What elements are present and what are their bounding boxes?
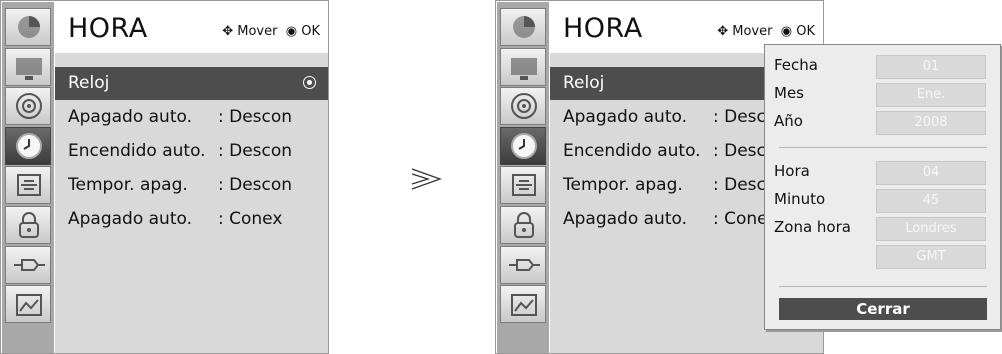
menu-item-value: : Descon	[218, 175, 293, 195]
popup-row-label: Año	[774, 112, 803, 130]
menu-item-label: Apagado auto.	[563, 107, 688, 127]
navigation-hint: ✥ Mover ◉ OK	[717, 24, 815, 39]
hint-mover: Mover	[237, 24, 278, 39]
sidebar-usb-icon[interactable]	[5, 285, 51, 324]
hint-ok: OK	[301, 24, 320, 39]
move-arrows-icon: ✥	[717, 24, 729, 39]
popup-value-field[interactable]: 45	[876, 189, 986, 213]
sidebar-audio-icon[interactable]	[5, 87, 51, 126]
menu-item-value: : Conex	[218, 209, 283, 229]
category-sidebar	[497, 2, 549, 353]
popup-row: Minuto 45	[765, 187, 1002, 215]
menu-item-label: Apagado auto.	[563, 209, 688, 229]
popup-value-field[interactable]: 04	[876, 161, 986, 185]
popup-divider	[779, 147, 987, 148]
sidebar-picture-icon[interactable]	[500, 8, 546, 46]
popup-value-field[interactable]: Londres	[876, 217, 986, 241]
sidebar-option-icon[interactable]	[500, 166, 546, 205]
popup-value-field[interactable]: GMT	[876, 245, 986, 269]
menu-item-label: Tempor. apag.	[563, 175, 683, 195]
popup-row: Hora 04	[765, 159, 1002, 187]
menu-item-label: Encendido auto.	[563, 141, 701, 161]
menu-item[interactable]: Apagado auto. : Conex	[55, 203, 328, 236]
menu-frame: HORA ✥ Mover ◉ OK Reloj Apagado auto. : Desc…	[0, 0, 329, 354]
sidebar-audio-icon[interactable]	[500, 87, 546, 126]
hint-mover: Mover	[732, 24, 773, 39]
selected-radio-icon	[303, 76, 316, 89]
ok-icon: ◉	[780, 24, 793, 39]
sidebar-screen-icon[interactable]	[500, 47, 546, 86]
page-title: HORA	[563, 13, 643, 44]
popup-row-label: Fecha	[774, 56, 818, 74]
sidebar-lock-icon[interactable]	[500, 206, 546, 244]
sidebar-lock-icon[interactable]	[5, 206, 51, 244]
ok-icon: ◉	[285, 24, 298, 39]
navigation-hint: ✥ Mover ◉ OK	[222, 24, 320, 39]
menu-item[interactable]: Encendido auto. : Descon	[55, 135, 328, 168]
popup-row: Zona hora Londres	[765, 215, 1002, 243]
popup-row-label: Hora	[774, 162, 810, 180]
page-title: HORA	[68, 13, 148, 44]
popup-row: GMT	[765, 243, 1002, 271]
menu-header: HORA ✥ Mover ◉ OK	[54, 1, 328, 53]
clock-settings-popup: Fecha 01 Mes Ene. Año 2008 Hora 04 Minuto 45 Zona …	[764, 44, 1001, 330]
sidebar-screen-icon[interactable]	[5, 47, 51, 86]
sidebar-clock-icon[interactable]	[500, 126, 546, 165]
hint-ok: OK	[796, 24, 815, 39]
sidebar-option-icon[interactable]	[5, 166, 51, 205]
menu-item-value: : Descon	[218, 141, 293, 161]
popup-row-label: Minuto	[774, 190, 826, 208]
menu-item[interactable]: Apagado auto. : Descon	[55, 101, 328, 134]
menu-item-label: Tempor. apag.	[68, 175, 188, 195]
menu-item-label: Apagado auto.	[68, 107, 193, 127]
menu-item-label: Apagado auto.	[68, 209, 193, 229]
popup-value-field[interactable]: Ene.	[876, 83, 986, 107]
sidebar-usb-icon[interactable]	[500, 285, 546, 324]
sidebar-input-icon[interactable]	[5, 245, 51, 284]
next-step-arrow-icon	[410, 166, 444, 196]
popup-row-label: Mes	[774, 84, 804, 102]
menu-item[interactable]: Tempor. apag. : Descon	[55, 169, 328, 202]
menu-item-label: Encendido auto.	[68, 141, 206, 161]
sidebar-input-icon[interactable]	[500, 245, 546, 284]
menu-list: Reloj Apagado auto.: Descon Encendido auto…	[55, 53, 328, 353]
menu-item-label: Reloj	[563, 73, 605, 93]
popup-divider	[779, 286, 987, 287]
popup-row-label: Zona hora	[774, 218, 851, 236]
popup-value-field[interactable]: 2008	[876, 111, 986, 135]
close-button[interactable]: Cerrar	[779, 298, 987, 320]
sidebar-picture-icon[interactable]	[5, 8, 51, 46]
menu-item-label: Reloj	[68, 73, 110, 93]
move-arrows-icon: ✥	[222, 24, 234, 39]
popup-row: Fecha 01	[765, 53, 1002, 81]
popup-row: Año 2008	[765, 109, 1002, 137]
popup-value-field[interactable]: 01	[876, 55, 986, 79]
menu-item-value: : Descon	[218, 107, 293, 127]
category-sidebar	[2, 2, 54, 353]
menu-item[interactable]: Reloj	[55, 67, 328, 100]
popup-row: Mes Ene.	[765, 81, 1002, 109]
sidebar-clock-icon[interactable]	[5, 126, 51, 165]
